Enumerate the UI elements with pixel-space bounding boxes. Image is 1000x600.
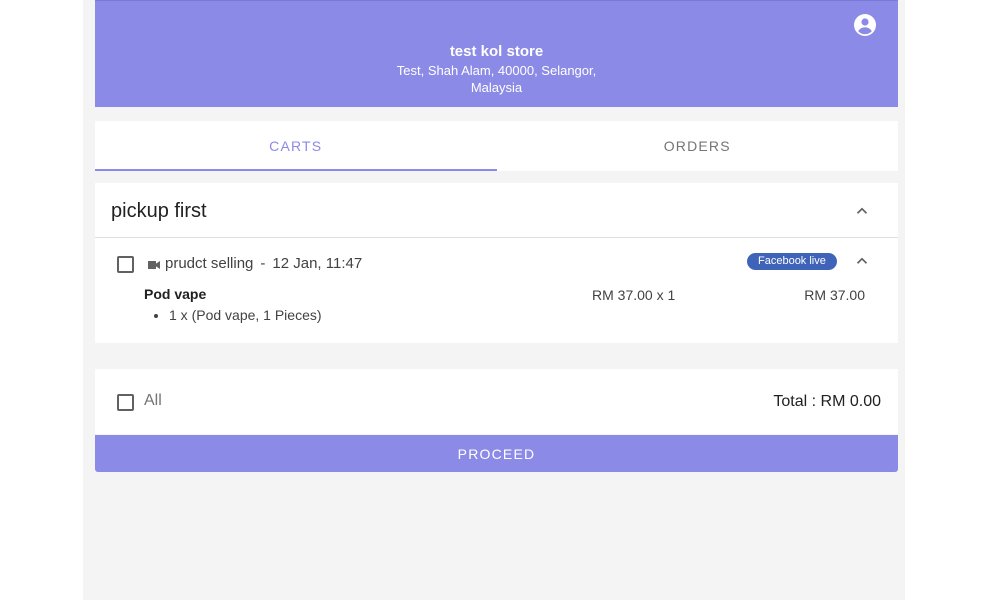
- order-datetime: 12 Jan, 11:47: [272, 255, 363, 272]
- cart-group-title: pickup first: [111, 200, 207, 222]
- cart-total: Total : RM 0.00: [773, 393, 881, 410]
- channel-badge: Facebook live: [747, 253, 837, 270]
- cart-footer: All Total : RM 0.00: [95, 369, 898, 434]
- tab-bar: CARTS ORDERS: [95, 121, 898, 171]
- order-separator: -: [260, 255, 266, 272]
- store-name: test kol store: [449, 43, 544, 60]
- cart-group-header[interactable]: pickup first: [95, 183, 898, 238]
- order-title-line: prudct selling -12 Jan, 11:47: [165, 255, 362, 272]
- item-detail: 1 x (Pod vape, 1 Pieces): [169, 307, 322, 323]
- video-camera-icon: [148, 261, 160, 269]
- store-header: test kol store Test, Shah Alam, 40000, S…: [95, 0, 898, 107]
- item-name: Pod vape: [144, 286, 207, 302]
- chevron-up-icon[interactable]: [853, 252, 871, 270]
- item-total: RM 37.00: [804, 287, 865, 303]
- tab-carts[interactable]: CARTS: [95, 121, 497, 171]
- cart-group: pickup first prudct selling -12 Jan, 11:4…: [95, 183, 898, 343]
- order-title: prudct selling: [165, 255, 254, 272]
- select-all-checkbox[interactable]: [117, 394, 134, 411]
- account-circle-icon[interactable]: [853, 13, 877, 37]
- select-all-label: All: [144, 392, 162, 409]
- tab-orders[interactable]: ORDERS: [497, 121, 899, 171]
- order-entry: prudct selling -12 Jan, 11:47 Facebook li…: [95, 237, 898, 343]
- item-price: RM 37.00 x 1: [592, 287, 676, 303]
- proceed-button[interactable]: PROCEED: [95, 435, 898, 472]
- chevron-up-icon[interactable]: [853, 202, 871, 220]
- app-container: test kol store Test, Shah Alam, 40000, S…: [83, 0, 905, 600]
- store-address: Test, Shah Alam, 40000, Selangor, Malays…: [396, 63, 597, 95]
- order-checkbox[interactable]: [117, 256, 134, 273]
- item-detail-list: 1 x (Pod vape, 1 Pieces): [151, 307, 322, 323]
